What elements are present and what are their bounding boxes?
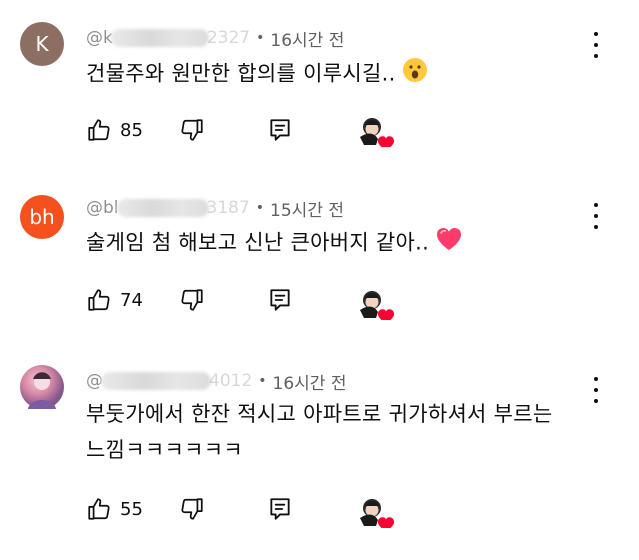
creator-heart-badge — [356, 115, 398, 150]
separator-dot: • — [255, 200, 265, 216]
more-vertical-icon[interactable] — [588, 203, 604, 229]
surprised-face-emoji — [402, 57, 428, 92]
reply-icon — [270, 498, 290, 520]
comment-time[interactable]: 16시간 전 — [270, 26, 344, 51]
handle-prefix: @bl — [86, 198, 119, 218]
comment-actions: 85 — [86, 115, 293, 145]
redaction-blur — [101, 372, 211, 390]
comment-3: @4012 • 16시간 전 부둣가에서 한잔 적시고 아파트로 귀가하셔서 부… — [0, 350, 639, 560]
more-vertical-icon[interactable] — [588, 32, 604, 58]
separator-dot: • — [258, 373, 267, 389]
thumbs-down-icon — [181, 498, 203, 520]
thumbs-up-icon — [88, 119, 110, 141]
red-heart-emoji — [435, 226, 463, 261]
channel-handle[interactable]: @k 2327 — [86, 28, 250, 48]
comment-actions: 74 — [86, 285, 293, 315]
comment-text-line-1: 부둣가에서 한잔 적시고 아파트로 귀가하셔서 부르는 — [86, 402, 553, 426]
creator-heart-badge — [356, 288, 398, 323]
handle-suffix: 2327 — [206, 28, 251, 48]
comment-text: 술게임 첨 해보고 신난 큰아버지 같아.. — [86, 226, 463, 261]
reply-button[interactable] — [267, 496, 293, 522]
like-button[interactable]: 55 — [86, 496, 143, 522]
like-button[interactable]: 74 — [86, 287, 143, 313]
thumbs-up-icon — [88, 498, 110, 520]
comment-meta: @4012 • 16시간 전 — [86, 369, 347, 394]
dislike-button[interactable] — [179, 117, 205, 143]
comment-text-line-2: 느낌ㅋㅋㅋㅋㅋㅋ — [86, 438, 243, 462]
like-button[interactable]: 85 — [86, 117, 143, 143]
channel-handle[interactable]: @bl 3187 — [86, 198, 250, 218]
reply-button[interactable] — [267, 117, 293, 143]
comment-time[interactable]: 15시간 전 — [270, 196, 344, 221]
reply-icon — [270, 119, 290, 141]
comment-text-content: 술게임 첨 해보고 신난 큰아버지 같아.. — [86, 230, 430, 255]
comment-time[interactable]: 16시간 전 — [273, 369, 347, 394]
more-vertical-icon[interactable] — [588, 377, 604, 403]
handle-prefix: @k — [86, 28, 113, 48]
redaction-blur — [116, 199, 209, 217]
like-count: 74 — [120, 289, 143, 311]
like-count: 55 — [120, 498, 143, 520]
separator-dot: • — [256, 30, 265, 46]
thumbs-down-icon — [181, 289, 203, 311]
redaction-blur — [110, 29, 209, 47]
avatar[interactable]: bh — [20, 195, 64, 239]
handle-suffix: 4012 — [209, 371, 253, 391]
creator-heart-badge — [356, 496, 398, 531]
channel-handle[interactable]: @4012 — [86, 371, 252, 391]
avatar[interactable]: K — [20, 22, 64, 66]
dislike-button[interactable] — [179, 496, 205, 522]
comment-meta: @bl 3187 • 15시간 전 — [86, 196, 344, 221]
avatar-letter: bh — [29, 205, 55, 229]
comment-meta: @k 2327 • 16시간 전 — [86, 26, 344, 51]
comment-text: 부둣가에서 한잔 적시고 아파트로 귀가하셔서 부르는 느낌ㅋㅋㅋㅋㅋㅋ — [86, 398, 553, 466]
reply-icon — [270, 289, 290, 311]
like-count: 85 — [120, 119, 143, 141]
avatar-letter: K — [35, 32, 49, 56]
thumbs-up-icon — [88, 289, 110, 311]
handle-suffix: 3187 — [206, 198, 250, 218]
comment-text-content: 건물주와 원만한 합의를 이루시길.. — [86, 61, 396, 86]
comment-1: K @k 2327 • 16시간 전 건물주와 원만한 합의를 이루시길.. 85 — [0, 0, 639, 175]
comment-text: 건물주와 원만한 합의를 이루시길.. — [86, 57, 428, 92]
comment-2: bh @bl 3187 • 15시간 전 술게임 첨 해보고 신난 큰아버지 같아… — [0, 175, 639, 350]
dislike-button[interactable] — [179, 287, 205, 313]
thumbs-down-icon — [181, 119, 203, 141]
avatar[interactable] — [20, 365, 64, 409]
reply-button[interactable] — [267, 287, 293, 313]
avatar-photo-icon — [28, 372, 56, 409]
comment-actions: 55 — [86, 494, 293, 524]
